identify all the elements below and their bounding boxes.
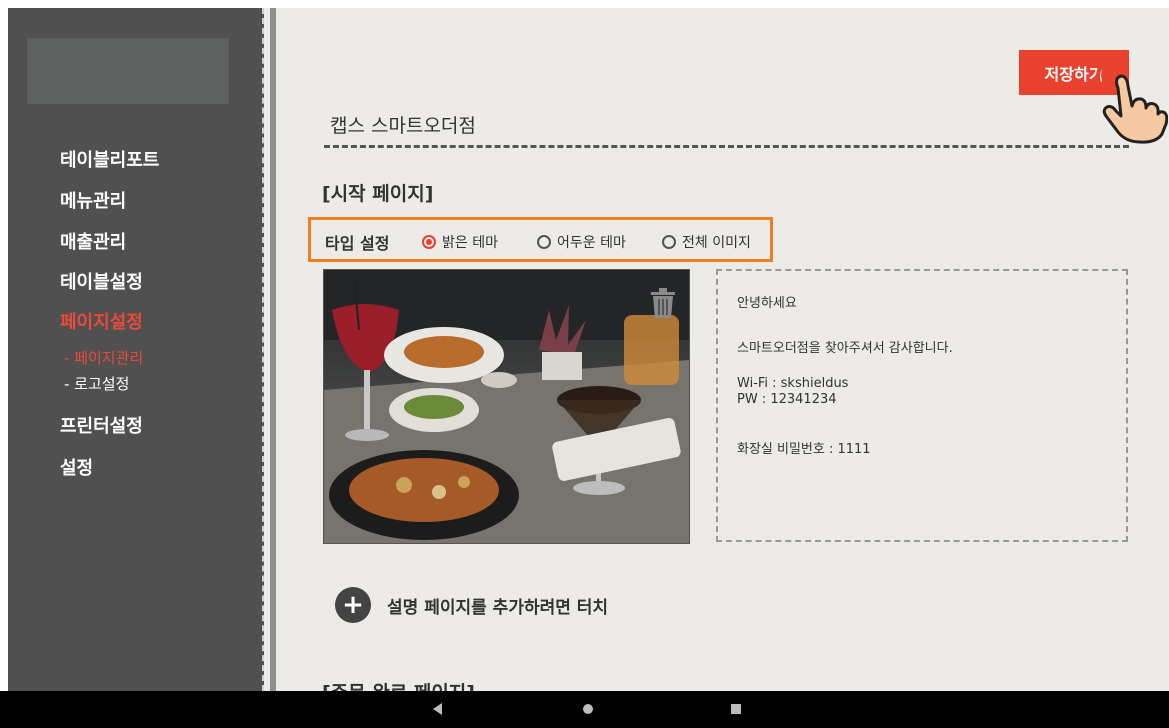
message-line: 안녕하세요 [737, 296, 797, 311]
android-nav-bar [0, 691, 1169, 728]
sidebar-subitem-page-manage[interactable]: - 페이지관리 [64, 347, 143, 368]
sidebar-item-sales[interactable]: 매출관리 [60, 228, 126, 254]
sidebar-item-page-settings[interactable]: 페이지설정 [60, 308, 143, 334]
sidebar-divider [262, 8, 264, 691]
radio-dark-theme-label: 어두운 테마 [557, 235, 626, 251]
home-icon[interactable] [583, 704, 593, 714]
order-complete-page-title: [주문 완료 페이지] [322, 678, 475, 691]
store-name-field[interactable]: 캡스 스마트오더점 [330, 111, 476, 138]
radio-dark-theme[interactable]: 어두운 테마 [537, 232, 626, 252]
trash-icon[interactable] [649, 287, 677, 319]
message-line: PW : 12341234 [737, 392, 837, 407]
welcome-message-box[interactable]: 안녕하세요 스마트오더점을 찾아주셔서 감사합니다. Wi-Fi : skshi… [716, 269, 1128, 542]
type-settings-label: 타입 설정 [325, 234, 390, 253]
message-line: Wi-Fi : skshieldus [737, 376, 849, 391]
start-page-title: [시작 페이지] [322, 183, 434, 205]
logo-placeholder [27, 38, 229, 104]
add-description-page-label: 설명 페이지를 추가하려면 터치 [387, 597, 609, 618]
message-line: 스마트오더점을 찾아주셔서 감사합니다. [737, 341, 953, 356]
add-description-page-button[interactable]: + 설명 페이지를 추가하려면 터치 [335, 587, 608, 623]
message-line: 화장실 비밀번호 : 1111 [737, 442, 871, 457]
hand-tap-icon [1096, 60, 1168, 144]
sidebar: 테이블리포트 메뉴관리 매출관리 테이블설정 페이지설정 - 페이지관리 - 로… [8, 8, 264, 691]
radio-full-image[interactable]: 전체 이미지 [662, 232, 751, 252]
type-settings-group: 타입 설정 밝은 테마 어두운 테마 전체 이미지 [308, 217, 773, 262]
recent-apps-icon[interactable] [731, 704, 741, 714]
radio-unselected-icon [662, 235, 676, 249]
store-name-underline [324, 145, 1129, 148]
radio-light-theme-label: 밝은 테마 [442, 235, 498, 251]
radio-selected-icon [422, 235, 436, 249]
food-photo-illustration [324, 270, 689, 543]
radio-light-theme[interactable]: 밝은 테마 [422, 232, 498, 252]
plus-circle-icon: + [335, 587, 371, 623]
back-icon[interactable] [433, 703, 442, 715]
sidebar-subitem-logo-settings[interactable]: - 로고설정 [64, 373, 129, 394]
sidebar-item-table-settings[interactable]: 테이블설정 [60, 268, 143, 294]
sidebar-item-menu[interactable]: 메뉴관리 [60, 187, 126, 213]
app-screen: 테이블리포트 메뉴관리 매출관리 테이블설정 페이지설정 - 페이지관리 - 로… [8, 8, 1169, 691]
sidebar-scroll-strip [270, 8, 276, 691]
sidebar-item-printer[interactable]: 프린터설정 [60, 412, 143, 438]
radio-full-image-label: 전체 이미지 [682, 235, 751, 251]
sidebar-item-settings[interactable]: 설정 [60, 454, 93, 480]
sidebar-item-table-report[interactable]: 테이블리포트 [60, 146, 159, 172]
radio-unselected-icon [537, 235, 551, 249]
start-page-image[interactable] [323, 269, 690, 544]
